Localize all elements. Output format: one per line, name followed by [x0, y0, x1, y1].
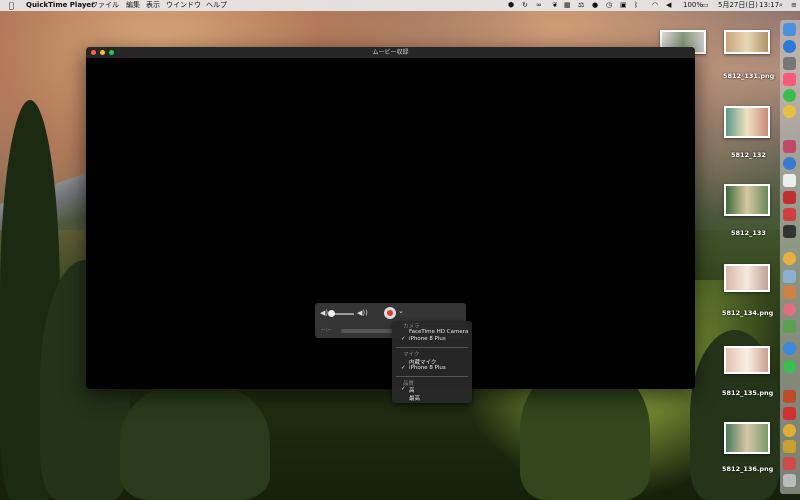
sync-icon[interactable]: ↻ — [522, 0, 528, 11]
bluetooth-icon[interactable]: ᛒ — [634, 0, 638, 11]
scale-icon[interactable]: ⚖ — [578, 0, 584, 11]
file-thumbnail — [724, 264, 770, 292]
globe-icon[interactable] — [783, 40, 796, 53]
date-text[interactable]: 5月27日(日) — [718, 0, 758, 11]
mic-header: マイク — [403, 352, 420, 358]
checkmark-icon: ✓ — [401, 386, 406, 392]
trash-icon[interactable] — [783, 474, 796, 487]
wallpaper-tree — [120, 380, 270, 500]
clock-text[interactable]: 13:17 — [759, 0, 779, 11]
record-dot-icon — [387, 310, 393, 316]
minimize-button[interactable] — [100, 50, 105, 55]
menu-separator — [396, 376, 468, 377]
notification-center-icon[interactable]: ≡ — [791, 0, 797, 11]
apple-menu-icon[interactable]:  — [9, 0, 14, 11]
pencil-icon[interactable] — [783, 440, 796, 453]
file-label: 5812_135.png — [722, 389, 774, 397]
menu-bar:  QuickTime Player ファイル 編集 表示 ウインドウ ヘルプ … — [0, 0, 800, 11]
camera-option-facetime[interactable]: FaceTime HD Camera — [409, 329, 468, 335]
menu-help[interactable]: ヘルプ — [206, 0, 227, 11]
file-label: 5812_131.png — [723, 72, 775, 80]
file-label: 5812_134.png — [722, 309, 774, 317]
menu-view[interactable]: 表示 — [146, 0, 160, 11]
checkmark-icon: ✓ — [401, 336, 406, 342]
finder-icon[interactable] — [783, 23, 796, 36]
file-thumbnail — [724, 346, 770, 374]
badge-icon[interactable] — [783, 424, 796, 437]
dock — [780, 20, 800, 494]
mic-option-iphone[interactable]: iPhone 8 Plus — [409, 365, 446, 371]
rocket-icon[interactable] — [783, 57, 796, 70]
file-thumbnail — [724, 106, 770, 138]
red-app-icon[interactable] — [783, 191, 796, 204]
camera-option-iphone[interactable]: iPhone 8 Plus — [409, 336, 446, 342]
close-button[interactable] — [91, 50, 96, 55]
file-thumbnail — [724, 30, 770, 54]
battery-percent[interactable]: 100% — [683, 0, 703, 11]
music-icon[interactable] — [783, 73, 796, 86]
line-icon[interactable] — [783, 360, 796, 373]
tool-icon[interactable] — [783, 140, 796, 153]
menu-window[interactable]: ウインドウ — [166, 0, 201, 11]
battery-icon[interactable]: ▭ — [702, 0, 709, 11]
preview-icon[interactable] — [783, 270, 796, 283]
spotlight-icon[interactable]: ⌕ — [779, 0, 783, 11]
file-thumbnail — [724, 184, 770, 216]
moon-icon[interactable]: ● — [592, 0, 598, 11]
folder-icon[interactable] — [783, 457, 796, 470]
window-titlebar[interactable]: ムービー収録 — [86, 47, 695, 58]
checkmark-icon: ✓ — [401, 365, 406, 371]
quality-option-high[interactable]: 高 — [409, 386, 415, 394]
clock-icon[interactable]: ◷ — [606, 0, 612, 11]
compass-icon[interactable] — [783, 342, 796, 355]
photos-icon[interactable] — [783, 303, 796, 316]
time-readout: --:-- — [321, 326, 332, 333]
chrome-icon[interactable] — [783, 252, 796, 265]
chevron-down-icon[interactable]: ⌄ — [398, 307, 404, 315]
dark-app-icon[interactable] — [783, 225, 796, 238]
info-icon[interactable] — [783, 174, 796, 187]
document-icon[interactable] — [783, 407, 796, 420]
x-icon[interactable] — [783, 157, 796, 170]
evernote-icon[interactable]: ❦ — [552, 0, 558, 11]
code-icon[interactable] — [783, 208, 796, 221]
app-menu[interactable]: QuickTime Player — [26, 0, 95, 11]
record-options-menu: カメラ FaceTime HD Camera ✓ iPhone 8 Plus マ… — [392, 321, 472, 403]
record-button[interactable] — [384, 307, 396, 319]
messages-icon[interactable] — [783, 89, 796, 102]
volume-slider-knob[interactable] — [328, 310, 335, 317]
file-label: 5812_133 — [731, 229, 766, 237]
menu-file[interactable]: ファイル — [91, 0, 119, 11]
grid-icon[interactable]: ▦ — [564, 0, 571, 11]
volume-high-icon: ◀)) — [357, 309, 368, 317]
menu-edit[interactable]: 編集 — [126, 0, 140, 11]
file-size-bar — [341, 329, 393, 333]
window-title: ムービー収録 — [372, 49, 409, 56]
file-label: 5812_136.png — [722, 465, 774, 473]
glasses-icon[interactable]: ∞ — [536, 0, 542, 11]
quality-option-max[interactable]: 最高 — [409, 394, 420, 402]
volume-icon[interactable]: ◀ — [666, 0, 671, 11]
calendar-icon[interactable]: ▣ — [620, 0, 627, 11]
volume-slider-track[interactable] — [332, 313, 354, 315]
volume-low-icon: ◀) — [320, 309, 329, 317]
zoom-button[interactable] — [109, 50, 114, 55]
menu-separator — [396, 347, 468, 348]
dropbox-icon[interactable]: ⬢ — [508, 0, 514, 11]
maps-icon[interactable] — [783, 320, 796, 333]
file-label: 5812_132 — [731, 151, 766, 159]
wifi-icon[interactable]: ◠ — [652, 0, 658, 11]
books-icon[interactable] — [783, 286, 796, 299]
office-icon[interactable] — [783, 390, 796, 403]
file-thumbnail — [724, 422, 770, 454]
smiley-icon[interactable] — [783, 105, 796, 118]
